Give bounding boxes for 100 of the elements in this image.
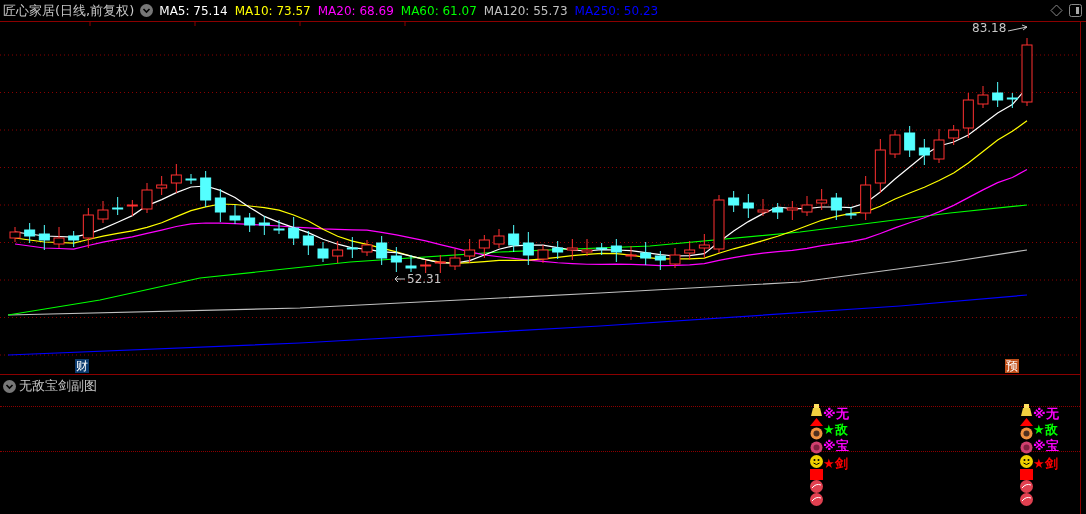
candle [346, 236, 358, 259]
coin-bag-icon [810, 404, 823, 416]
candle [126, 199, 138, 217]
candle [244, 212, 256, 233]
event-badge: 财 [75, 359, 89, 373]
event-badge: 预 [1005, 359, 1019, 373]
price-label: 83.18 [972, 21, 1007, 35]
ma-value: MA120: 55.73 [483, 3, 568, 18]
candle [610, 238, 622, 263]
candle [772, 202, 784, 220]
candle [640, 241, 652, 266]
candle [390, 246, 402, 273]
candle [68, 230, 80, 248]
candle [449, 248, 461, 271]
candle [874, 138, 886, 194]
smiley-icon [810, 455, 823, 468]
candle [933, 128, 945, 164]
candle [38, 224, 50, 251]
ma-value: MA10: 73.57 [234, 3, 311, 18]
signal-label: ★敌 [1033, 423, 1058, 437]
candle [1006, 92, 1018, 109]
candle [845, 206, 857, 220]
ball-icon [1020, 480, 1033, 493]
candle [317, 241, 329, 263]
candle [214, 188, 226, 223]
candle [728, 190, 740, 213]
signal-label: ★敌 [823, 423, 848, 437]
ball-icon [1020, 493, 1033, 506]
candle [596, 242, 608, 256]
arrow-up-icon [810, 418, 823, 427]
candle [816, 188, 828, 211]
candle [420, 259, 432, 274]
candle [654, 250, 666, 271]
candle [860, 175, 872, 221]
candle [273, 219, 285, 235]
candle [229, 204, 241, 225]
candle [82, 207, 94, 249]
candle [581, 238, 593, 257]
candle [962, 92, 974, 139]
candle [698, 233, 710, 259]
arrow-icon [1007, 23, 1030, 33]
signal-label: ※无 [1033, 407, 1059, 421]
panel-toggle-icon[interactable] [1069, 4, 1082, 17]
candle [405, 254, 417, 273]
candle [713, 194, 725, 254]
candle [53, 226, 65, 249]
ball-icon [810, 493, 823, 506]
signal-label: ※无 [823, 407, 849, 421]
candle [889, 129, 901, 159]
candle [508, 224, 520, 253]
chevron-down-icon[interactable] [140, 4, 154, 17]
candle [97, 200, 109, 224]
candle [918, 138, 930, 166]
candle [200, 170, 212, 208]
subchart-title: 无敌宝剑副图 [19, 377, 97, 395]
candle [434, 254, 446, 274]
signal-label: ※宝 [823, 439, 849, 453]
ma-value: MA60: 61.07 [400, 3, 477, 18]
candle [185, 173, 197, 185]
candle [493, 228, 505, 249]
price-label: 52.31 [407, 272, 442, 286]
candle [361, 239, 373, 257]
smiley-icon [1020, 455, 1033, 468]
candle [786, 200, 798, 221]
arrow-icon [394, 274, 406, 284]
chevron-down-icon[interactable] [3, 379, 16, 393]
candle [376, 235, 388, 266]
candle [288, 216, 300, 246]
candle [302, 230, 314, 256]
arrow-up-icon [1020, 418, 1033, 427]
candle [801, 195, 813, 217]
candle [757, 198, 769, 217]
ma-value: MA250: 50.23 [574, 3, 659, 18]
signal-label: ★剑 [823, 457, 848, 471]
candle [566, 238, 578, 261]
candle [478, 234, 490, 259]
flower-icon [810, 427, 823, 440]
candle [977, 85, 989, 109]
ma-value: MA5: 75.14 [159, 3, 228, 18]
candle [522, 231, 534, 266]
candle [170, 163, 182, 194]
candle [948, 124, 960, 146]
candle [1021, 37, 1033, 107]
ball-icon [810, 480, 823, 493]
ma-value: MA20: 68.69 [317, 3, 394, 18]
candle [9, 226, 21, 243]
candle [904, 125, 916, 158]
signal-label: ★剑 [1033, 457, 1058, 471]
bar-icon [1020, 469, 1033, 480]
flower-icon [1020, 427, 1033, 440]
candle [625, 245, 637, 261]
candle [24, 222, 36, 244]
stock-title: 匠心家居(日线,前复权) [3, 1, 135, 20]
candle [332, 240, 344, 264]
candle [156, 175, 168, 196]
candle [830, 192, 842, 221]
candle [552, 240, 564, 260]
candle [684, 240, 696, 261]
candle [537, 244, 549, 264]
candle [669, 247, 681, 269]
